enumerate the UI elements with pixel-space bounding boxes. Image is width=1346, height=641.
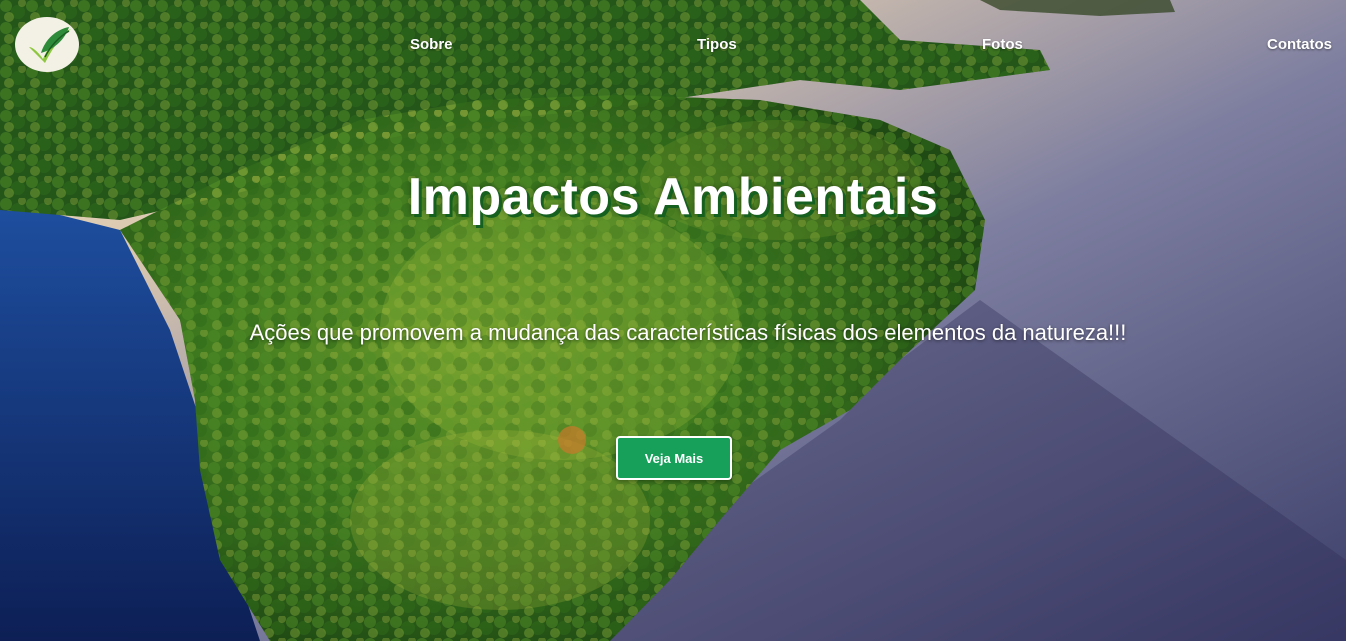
nav-link-contatos[interactable]: Contatos [1267, 36, 1332, 54]
leaf-check-icon[interactable] [15, 17, 79, 72]
nav-link-tipos[interactable]: Tipos [697, 36, 737, 54]
nav-link-fotos[interactable]: Fotos [982, 36, 1023, 54]
veja-mais-button[interactable]: Veja Mais [616, 436, 732, 480]
hero-title: Impactos Ambientais [407, 168, 939, 226]
hero-section: Sobre Tipos Fotos Contatos Impactos Ambi… [0, 0, 1346, 641]
hero-subtitle: Ações que promovem a mudança das caracte… [249, 320, 1127, 345]
nav-link-sobre[interactable]: Sobre [410, 36, 453, 54]
